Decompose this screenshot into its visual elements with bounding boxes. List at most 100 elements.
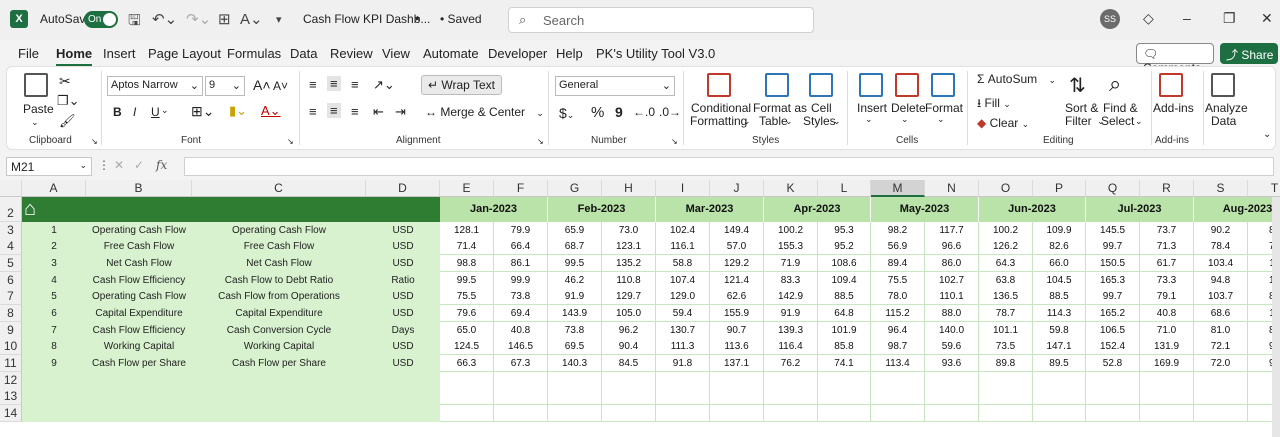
clipboard-launcher-icon[interactable]: ↘ [91,137,98,146]
bold-button[interactable]: B [113,105,122,119]
value-cell[interactable]: 61.7 [1140,255,1194,272]
value-cell[interactable]: 116.4 [764,338,818,355]
value-cell[interactable]: 46.2 [548,272,602,289]
empty-cell[interactable] [925,388,979,405]
value-cell[interactable]: 68.7 [548,238,602,255]
column-header-g[interactable]: G [548,180,602,197]
value-cell[interactable]: 85.8 [818,338,871,355]
align-bottom-icon[interactable]: ≡ [351,77,359,92]
value-cell[interactable]: 59.6 [925,338,979,355]
column-header-k[interactable]: K [764,180,818,197]
empty-cell[interactable] [656,388,710,405]
unit-cell[interactable]: USD [366,222,440,239]
value-cell[interactable]: 106.5 [1086,322,1140,339]
italic-button[interactable]: I [133,105,136,119]
home-icon[interactable]: ⌂ [24,197,36,222]
value-cell[interactable]: 73.8 [494,288,548,305]
column-header-o[interactable]: O [979,180,1033,197]
value-cell[interactable]: 114.3 [1033,305,1086,322]
value-cell[interactable]: 146.5 [494,338,548,355]
empty-cell[interactable] [656,405,710,422]
align-center-icon[interactable]: ≡ [327,103,341,118]
autosave-toggle[interactable]: On [84,11,118,28]
fill-color-icon[interactable]: ▮⌄ [229,103,247,119]
increase-indent-icon[interactable]: ⇥ [395,104,406,120]
value-cell[interactable]: 69.4 [494,305,548,322]
value-cell[interactable]: 89.5 [1033,355,1086,372]
merge-center-button[interactable]: ↔ Merge & Center ⌄ [425,105,544,119]
value-cell[interactable]: 155.3 [764,238,818,255]
fill-button[interactable]: ⭳ Fill ⌄ [977,94,1011,115]
empty-cell[interactable] [871,372,925,389]
value-cell[interactable]: 89.8 [979,355,1033,372]
value-cell[interactable]: 96.4 [871,322,925,339]
value-cell[interactable]: 83.3 [764,272,818,289]
tab-utility-tool[interactable]: PK's Utility Tool V3.0 [596,46,715,61]
value-cell[interactable]: 116.1 [656,238,710,255]
insert-function-button[interactable]: fx [156,158,167,172]
kpi-group-cell[interactable]: Capital Expenditure [86,305,192,322]
empty-cell[interactable] [656,372,710,389]
value-cell[interactable]: 143.9 [548,305,602,322]
column-header-t[interactable]: T [1248,180,1280,197]
value-cell[interactable]: 102.7 [925,272,979,289]
vertical-scrollbar[interactable] [1272,197,1280,437]
empty-cell[interactable] [1086,388,1140,405]
value-cell[interactable]: 72.1 [1194,338,1248,355]
empty-cell[interactable] [979,372,1033,389]
redo-icon[interactable]: ↷⌄ [186,10,211,28]
empty-cell[interactable] [548,372,602,389]
sort-filter-label-2[interactable]: Filter [1065,114,1092,128]
value-cell[interactable]: 110.8 [602,272,656,289]
value-cell[interactable]: 135.2 [602,255,656,272]
value-cell[interactable]: 98.8 [440,255,494,272]
empty-cell[interactable] [1086,405,1140,422]
collapse-ribbon-icon[interactable]: ⌄ [1263,129,1271,140]
value-cell[interactable]: 90.4 [602,338,656,355]
value-cell[interactable]: 65.9 [548,222,602,239]
value-cell[interactable]: 88.5 [1033,288,1086,305]
value-cell[interactable]: 72.0 [1194,355,1248,372]
minimize-icon[interactable]: – [1183,10,1191,26]
align-top-icon[interactable]: ≡ [309,77,317,92]
empty-cell[interactable] [764,372,818,389]
format-painter-icon[interactable]: 🖌 [59,113,76,129]
value-cell[interactable]: 99.5 [440,272,494,289]
empty-cell[interactable] [440,372,494,389]
value-cell[interactable]: 73.5 [979,338,1033,355]
format-as-table-label-2[interactable]: Table [759,114,788,128]
kpi-number-cell[interactable]: 6 [22,305,86,322]
percent-button[interactable]: % [591,104,604,121]
row-header-10[interactable]: 10 [0,338,22,355]
empty-cell[interactable] [1194,405,1248,422]
empty-cell[interactable] [1033,388,1086,405]
value-cell[interactable]: 71.9 [764,255,818,272]
tab-home[interactable]: Home [56,46,93,66]
analyze-data-label-2[interactable]: Data [1211,114,1236,128]
empty-left-cell[interactable] [22,372,440,389]
value-cell[interactable]: 81.0 [1194,322,1248,339]
kpi-group-cell[interactable]: Operating Cash Flow [86,222,192,239]
unit-cell[interactable]: USD [366,255,440,272]
font-color-icon[interactable]: A⌄ [261,103,281,119]
comments-button[interactable]: 🗨 Comments [1136,43,1214,75]
column-header-p[interactable]: P [1033,180,1086,197]
value-cell[interactable]: 110.1 [925,288,979,305]
empty-left-cell[interactable] [22,388,440,405]
empty-cell[interactable] [1194,372,1248,389]
kpi-number-cell[interactable]: 2 [22,238,86,255]
font-color-icon[interactable]: A⌄ [240,10,263,28]
empty-cell[interactable] [1140,405,1194,422]
value-cell[interactable]: 98.7 [871,338,925,355]
value-cell[interactable]: 91.9 [548,288,602,305]
kpi-group-cell[interactable]: Free Cash Flow [86,238,192,255]
value-cell[interactable]: 124.5 [440,338,494,355]
empty-cell[interactable] [602,372,656,389]
search-box[interactable]: ⌕ Search [508,7,814,33]
value-cell[interactable]: 123.1 [602,238,656,255]
kpi-name-cell[interactable]: Operating Cash Flow [192,222,366,239]
tab-automate[interactable]: Automate [423,46,479,61]
autosum-button[interactable]: Σ AutoSum ⌄ [977,72,1056,86]
value-cell[interactable]: 99.5 [548,255,602,272]
value-cell[interactable]: 137.1 [710,355,764,372]
